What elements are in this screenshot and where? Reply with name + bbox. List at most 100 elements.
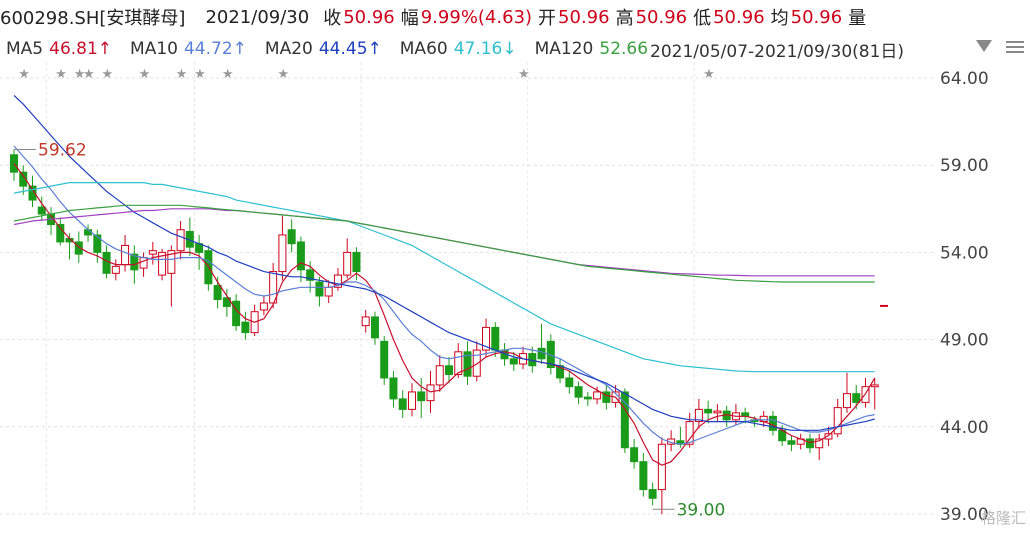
candle-body	[768, 415, 777, 431]
ma10-value: 44.72↑	[183, 39, 247, 59]
candle-body	[704, 408, 713, 414]
menu-icon[interactable]	[1006, 38, 1024, 56]
candle-body	[648, 489, 657, 499]
moving-average-bar: MA5 46.81↑ MA10 44.72↑ MA20 44.45↑ MA60 …	[0, 34, 1030, 64]
candle-body	[445, 365, 453, 375]
candle-body	[37, 206, 46, 215]
high-value: 50.96	[635, 6, 688, 28]
close-label: 收	[323, 8, 342, 29]
candle-body	[324, 286, 333, 297]
candle-body	[842, 393, 851, 409]
ma120-label: MA120	[534, 39, 594, 59]
change-label: 幅	[400, 8, 419, 29]
candle-body	[259, 302, 268, 311]
ticker-name: 600298.SH[安琪酵母]	[0, 8, 186, 29]
candle-body	[509, 358, 518, 365]
candle-body	[630, 447, 639, 463]
event-star-icon: ★	[83, 67, 95, 82]
ma-dropdown-icon[interactable]	[976, 40, 992, 52]
watermark-text: 格隆汇	[980, 509, 1026, 527]
candle-body	[176, 229, 185, 252]
candle-body	[278, 234, 287, 273]
event-star-icon: ★	[102, 67, 114, 82]
low-value: 50.96	[713, 6, 765, 28]
candle-body	[657, 443, 666, 491]
event-star-icon: ★	[518, 67, 530, 82]
candle-body	[84, 229, 93, 236]
candle-body	[805, 438, 814, 449]
candle-body	[343, 251, 352, 276]
open-value: 50.96	[558, 6, 610, 28]
candle-body	[287, 229, 296, 245]
candle-body	[537, 347, 546, 360]
candle-body	[880, 304, 888, 307]
candle-body	[417, 391, 426, 402]
candle-body	[148, 250, 157, 255]
candle-body	[111, 265, 120, 274]
y-tick-label: 54.00	[940, 243, 989, 263]
ma20-value: 44.45↑	[318, 39, 382, 59]
candle-body	[352, 251, 361, 273]
ma120-value: 52.66	[599, 39, 649, 59]
candle-body	[685, 421, 694, 445]
candle-body	[315, 281, 324, 297]
event-star-icon: ★	[222, 67, 234, 82]
candle-body	[565, 377, 574, 388]
event-star-icon: ★	[139, 67, 151, 82]
avg-value: 50.96	[790, 6, 843, 28]
candle-body	[713, 410, 722, 414]
candle-body	[852, 393, 861, 403]
event-star-icon: ★	[703, 67, 715, 82]
date-range: 2021/05/07-2021/09/30(81日)	[650, 41, 905, 62]
ma5-value: 46.81↑	[49, 39, 113, 59]
candlestick-chart: 64.0059.0054.0049.0044.0039.0059.6239.00…	[0, 62, 989, 525]
event-star-icon: ★	[55, 67, 67, 82]
ma60-label: MA60	[399, 39, 448, 59]
candle-body	[583, 396, 592, 400]
event-star-icon: ★	[18, 67, 30, 82]
candle-body	[139, 257, 148, 269]
candle-body	[398, 398, 407, 410]
ma20-label: MA20	[264, 39, 313, 59]
y-tick-label: 44.00	[940, 418, 989, 438]
avg-label: 均	[770, 8, 789, 29]
candle-body	[491, 326, 500, 351]
candle-body	[241, 321, 250, 334]
ma60-value: 47.16↓	[453, 39, 517, 59]
candle-body	[213, 285, 222, 300]
candle-body	[370, 316, 379, 339]
candle-body	[361, 316, 370, 327]
ma5-label: MA5	[6, 39, 44, 59]
y-tick-label: 49.00	[940, 331, 989, 351]
candle-body	[389, 377, 398, 400]
high-label: 高	[615, 8, 634, 29]
quote-date: 2021/09/30	[205, 6, 310, 28]
ma10-line	[13, 145, 875, 445]
candle-body	[296, 241, 305, 271]
candle-body	[380, 340, 389, 379]
ma10-label: MA10	[130, 39, 178, 59]
candle-body	[93, 234, 102, 253]
event-star-icon: ★	[277, 67, 289, 82]
high-annotation: 59.62	[38, 141, 87, 161]
y-tick-label: 59.00	[940, 156, 989, 176]
event-star-icon: ★	[194, 67, 206, 82]
candle-body	[574, 386, 583, 398]
change-value: 9.99%(4.63)	[420, 6, 533, 28]
low-annotation: 39.00	[677, 500, 726, 520]
candle-body	[407, 391, 416, 410]
open-label: 开	[538, 8, 557, 29]
candle-body	[426, 384, 435, 402]
candle-body	[121, 244, 130, 266]
candle-body	[102, 251, 111, 274]
candle-body	[870, 384, 879, 388]
candle-body	[639, 461, 648, 491]
close-value: 50.96	[343, 6, 395, 28]
candle-body	[232, 300, 241, 327]
candle-body	[10, 154, 18, 173]
candle-body	[787, 440, 796, 445]
candle-body	[472, 349, 481, 377]
event-star-icon: ★	[176, 67, 188, 82]
candle-body	[435, 365, 444, 386]
volume-label: 量	[848, 8, 867, 29]
